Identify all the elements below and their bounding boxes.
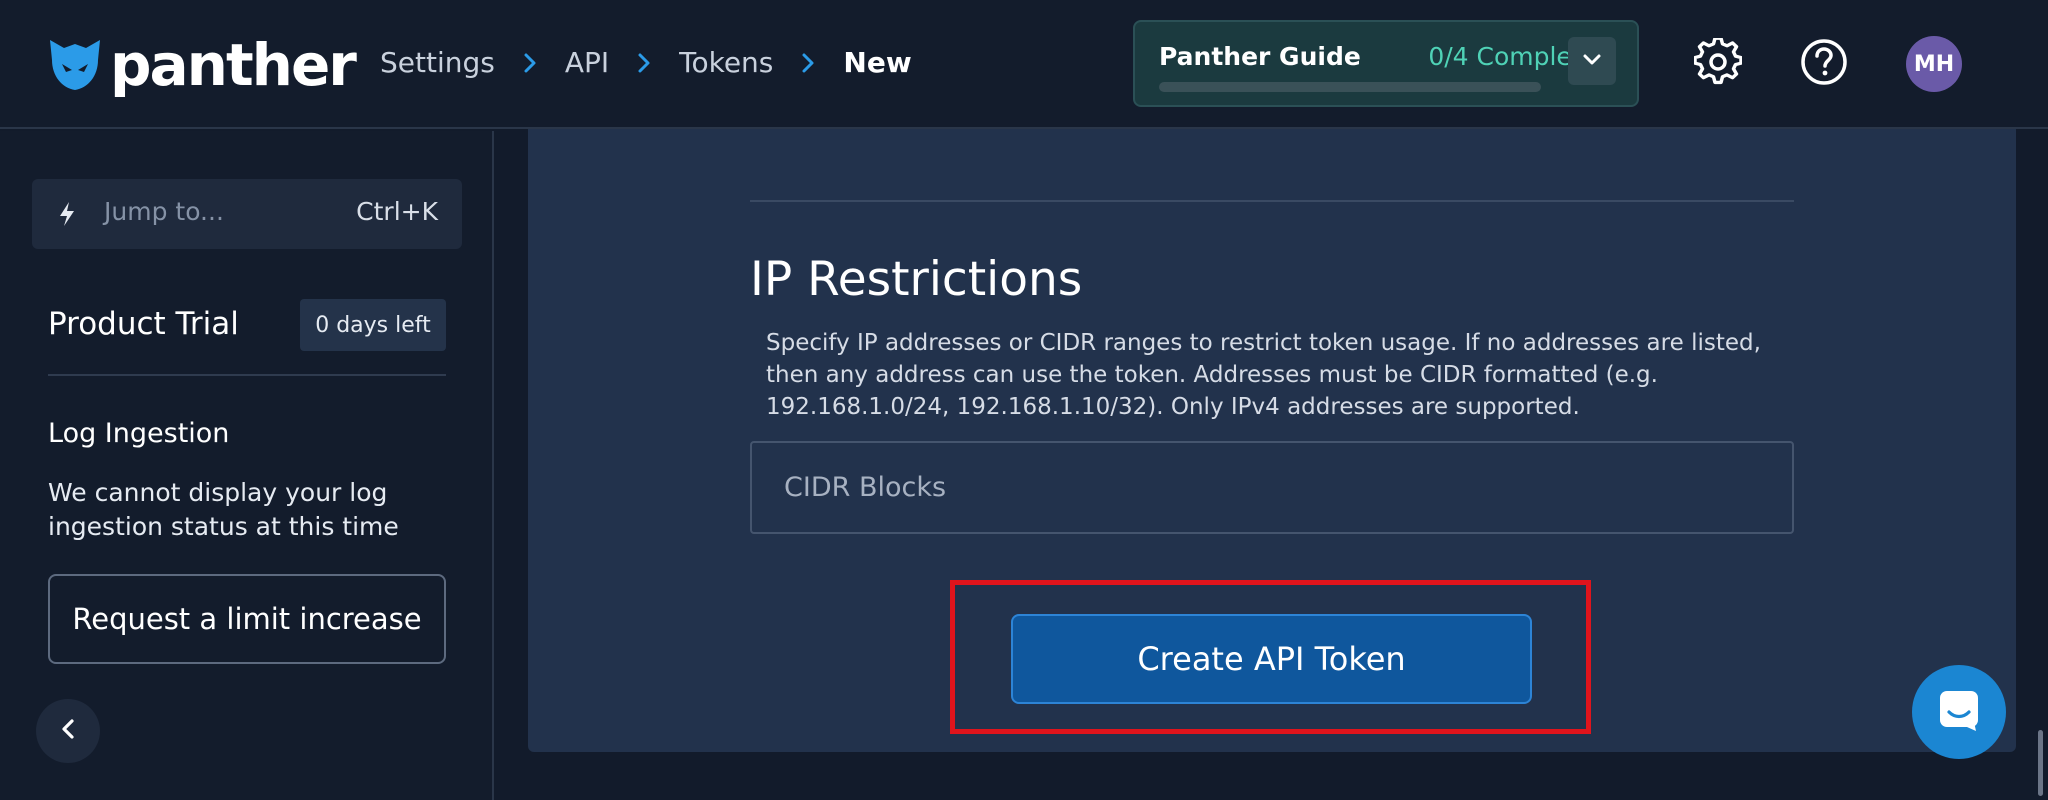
logo-wordmark: panther bbox=[110, 31, 357, 99]
chevron-right-icon bbox=[801, 52, 815, 74]
ip-restrictions-description: Specify IP addresses or CIDR ranges to r… bbox=[766, 330, 1761, 420]
chevron-right-icon bbox=[637, 52, 651, 74]
page-scrollbar[interactable] bbox=[2038, 730, 2043, 796]
product-trial-title: Product Trial bbox=[48, 306, 239, 342]
trial-days-badge: 0 days left bbox=[300, 299, 446, 351]
guide-progress-text: 0/4 Complete bbox=[1428, 42, 1597, 71]
jump-to-search[interactable]: Jump to... Ctrl+K bbox=[32, 179, 462, 249]
breadcrumb: Settings API Tokens New bbox=[380, 46, 912, 79]
log-ingestion-title: Log Ingestion bbox=[48, 418, 230, 449]
chevron-right-icon bbox=[523, 52, 537, 74]
breadcrumb-new: New bbox=[843, 46, 912, 79]
lightning-icon bbox=[58, 201, 76, 231]
keyboard-shortcut: Ctrl+K bbox=[356, 197, 438, 226]
panther-guide-widget[interactable]: Panther Guide 0/4 Complete bbox=[1133, 20, 1639, 107]
breadcrumb-settings[interactable]: Settings bbox=[380, 46, 495, 79]
guide-expand-button[interactable] bbox=[1568, 37, 1616, 85]
section-divider bbox=[750, 200, 1794, 202]
breadcrumb-tokens[interactable]: Tokens bbox=[679, 46, 773, 79]
top-bar: panther Settings API Tokens New Panther … bbox=[0, 0, 2048, 129]
help-button[interactable] bbox=[1798, 38, 1850, 90]
request-limit-increase-button[interactable]: Request a limit increase bbox=[48, 574, 446, 664]
guide-progress-bar bbox=[1159, 82, 1541, 92]
sidebar-divider bbox=[48, 374, 446, 376]
settings-button[interactable] bbox=[1692, 36, 1744, 90]
jump-placeholder: Jump to... bbox=[104, 197, 224, 226]
collapse-sidebar-button[interactable] bbox=[36, 699, 100, 763]
sidebar: Jump to... Ctrl+K Product Trial 0 days l… bbox=[0, 131, 494, 800]
breadcrumb-api[interactable]: API bbox=[565, 46, 609, 79]
gear-icon bbox=[1693, 36, 1743, 90]
help-circle-icon bbox=[1800, 38, 1848, 90]
create-api-token-button[interactable]: Create API Token bbox=[1011, 614, 1532, 704]
chat-icon bbox=[1937, 688, 1981, 736]
chat-launcher-button[interactable] bbox=[1912, 665, 2006, 759]
panther-logo[interactable]: panther bbox=[46, 31, 357, 99]
guide-title: Panther Guide bbox=[1159, 42, 1361, 71]
panther-head-icon bbox=[46, 34, 104, 96]
chevron-left-icon bbox=[60, 718, 76, 744]
log-ingestion-message: We cannot display your log ingestion sta… bbox=[48, 478, 399, 541]
ip-restrictions-title: IP Restrictions bbox=[750, 252, 1083, 307]
cidr-blocks-input[interactable] bbox=[750, 441, 1794, 534]
user-avatar[interactable]: MH bbox=[1906, 36, 1962, 92]
chevron-down-icon bbox=[1582, 52, 1602, 71]
